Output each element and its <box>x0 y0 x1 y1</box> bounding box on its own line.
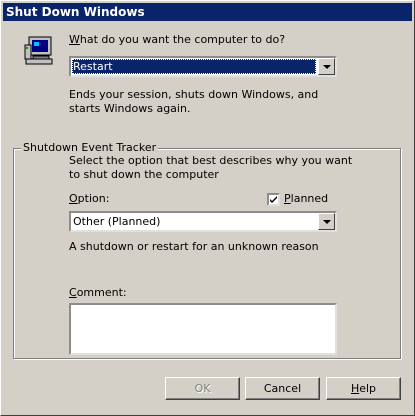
help-button-accesskey: H <box>350 382 360 395</box>
planned-label[interactable]: Planned <box>284 192 328 205</box>
help-button[interactable]: Help <box>326 377 401 400</box>
comment-field[interactable] <box>69 303 337 355</box>
event-tracker-label: Shutdown Event Tracker <box>21 141 159 155</box>
action-description: Ends your session, shuts down Windows, a… <box>69 88 319 115</box>
help-button-text: elp <box>359 382 377 395</box>
computer-icon <box>23 35 55 67</box>
action-prompt: What do you want the computer to do? <box>69 33 285 46</box>
ok-button[interactable]: OK <box>165 377 240 400</box>
title-bar: Shut Down Windows <box>3 3 412 21</box>
comment-label: Comment: <box>69 286 127 299</box>
action-prompt-accesskey: W <box>69 33 80 46</box>
action-select[interactable]: Restart <box>69 56 337 77</box>
planned-checkbox[interactable] <box>267 193 280 206</box>
comment-label-text: omment: <box>76 286 127 299</box>
cancel-button[interactable]: Cancel <box>245 377 320 400</box>
shutdown-dialog: Shut Down Windows What do you want the c… <box>0 0 415 416</box>
comment-label-accesskey: C <box>69 286 77 299</box>
option-select-value: Other (Planned) <box>73 215 161 228</box>
planned-label-text: lanned <box>290 192 329 205</box>
chevron-down-icon[interactable] <box>318 58 335 75</box>
tracker-instruction: Select the option that best describes wh… <box>69 154 353 181</box>
option-description: A shutdown or restart for an unknown rea… <box>69 240 319 253</box>
chevron-down-icon[interactable] <box>318 213 335 230</box>
planned-label-accesskey: P <box>284 192 291 205</box>
option-label-accesskey: O <box>69 192 78 205</box>
action-select-value: Restart <box>72 59 316 74</box>
option-label-text: ption: <box>77 192 110 205</box>
option-label: Option: <box>69 192 109 205</box>
option-select[interactable]: Other (Planned) <box>69 211 337 232</box>
action-prompt-text: hat do you want the computer to do? <box>79 33 286 46</box>
